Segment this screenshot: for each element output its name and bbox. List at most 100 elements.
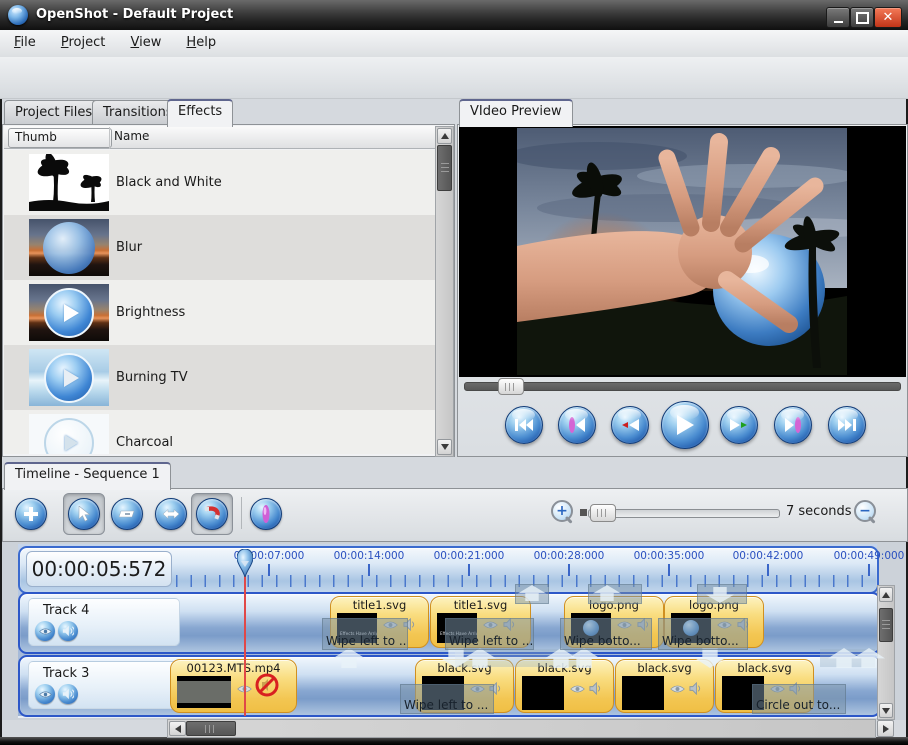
clip-audio-icon[interactable] xyxy=(589,682,602,695)
arrow-up-icon xyxy=(882,592,890,598)
effect-row-blur[interactable]: Blur xyxy=(4,215,435,280)
transition-fragment[interactable] xyxy=(588,584,642,604)
ruler-label: 00:00:49:000 xyxy=(829,550,908,562)
transition-wipe-left-3[interactable]: Wipe left to ... xyxy=(400,684,494,714)
brightness-thumb xyxy=(29,284,109,341)
black-and-white-thumb xyxy=(29,154,109,211)
effect-row-brightness[interactable]: Brightness xyxy=(4,280,435,345)
zoom-slider-endcap xyxy=(580,509,587,516)
track-visibility-button[interactable] xyxy=(35,621,55,641)
ruler-label: 00:00:14:000 xyxy=(329,550,409,562)
scroll-down-button[interactable] xyxy=(437,439,452,455)
transition-fragment[interactable] xyxy=(515,584,549,604)
track-3-label: Track 3 xyxy=(43,666,89,681)
tab-project-files[interactable]: Project Files xyxy=(4,100,103,125)
effect-name: Brightness xyxy=(116,280,185,345)
track-audio-button[interactable] xyxy=(58,621,78,641)
video-frame xyxy=(517,128,847,375)
track-visibility-button[interactable] xyxy=(35,684,55,704)
clip-thumbnail xyxy=(522,676,564,710)
column-header-name[interactable]: Name xyxy=(114,129,149,143)
fast-forward-button[interactable] xyxy=(720,406,758,444)
scrollbar-thumb[interactable] xyxy=(437,145,452,191)
playhead-handle[interactable] xyxy=(237,549,253,577)
tab-video-preview[interactable]: VIdeo Preview xyxy=(459,99,573,127)
zoom-out-button[interactable]: − xyxy=(854,500,878,524)
timeline-hscrollbar[interactable] xyxy=(167,719,876,738)
clip-audio-icon[interactable] xyxy=(689,682,702,695)
effect-row-black-and-white[interactable]: Black and White xyxy=(4,150,435,215)
menu-help[interactable]: Help xyxy=(176,30,226,57)
effects-scrollbar[interactable] xyxy=(435,126,454,457)
menu-project[interactable]: Project xyxy=(51,30,116,57)
timeline-vscrollbar[interactable] xyxy=(877,585,895,720)
close-icon: ✕ xyxy=(883,11,894,24)
clip-black-svg-3[interactable]: black.svg xyxy=(615,659,714,713)
timeline-canvas[interactable]: 00:00:05:572 00:00:07:000 00:00:14:000 0… xyxy=(2,540,906,720)
transition-wipe-left-2[interactable]: Wipe left to ... xyxy=(445,618,534,650)
effects-panel: Thumb Name xyxy=(2,124,455,457)
preview-seek-bar[interactable] xyxy=(464,382,901,391)
clip-visibility-icon[interactable] xyxy=(570,684,585,694)
arrow-up-icon xyxy=(441,133,449,139)
add-marker-button[interactable] xyxy=(250,498,282,530)
transition-fragment[interactable] xyxy=(697,584,747,604)
arrow-left-icon xyxy=(175,725,181,733)
track-3-header: Track 3 xyxy=(28,661,180,709)
clip-thumbnail xyxy=(177,676,231,708)
next-marker-button[interactable] xyxy=(774,406,812,444)
track-4-header: Track 4 xyxy=(28,598,180,646)
scroll-down-button[interactable] xyxy=(879,703,893,718)
title-bar[interactable]: OpenShot - Default Project ✕ xyxy=(0,0,908,30)
previous-marker-button[interactable] xyxy=(558,406,596,444)
audio-muted-icon[interactable] xyxy=(255,673,279,697)
seek-handle[interactable] xyxy=(498,378,524,395)
razor-tool-button[interactable] xyxy=(111,498,143,530)
window-bottom-edge xyxy=(0,737,908,745)
seek-end-button[interactable] xyxy=(828,406,866,444)
minimize-icon xyxy=(834,21,843,23)
track-audio-button[interactable] xyxy=(58,684,78,704)
scroll-right-button[interactable] xyxy=(877,720,894,737)
arrow-right-icon xyxy=(883,725,889,733)
video-viewport[interactable] xyxy=(459,126,906,377)
clip-visibility-icon[interactable] xyxy=(670,684,685,694)
scroll-up-button[interactable] xyxy=(879,587,893,602)
snap-magnet-button[interactable] xyxy=(196,498,228,530)
rewind-button[interactable] xyxy=(611,406,649,444)
blur-thumb xyxy=(29,219,109,276)
play-button[interactable] xyxy=(661,401,709,449)
transition-wipe-bottom-2[interactable]: Wipe botto... xyxy=(658,618,748,650)
column-header-thumb[interactable]: Thumb xyxy=(8,128,112,148)
hscrollbar-thumb[interactable] xyxy=(186,721,236,736)
transition-wipe-bottom[interactable]: Wipe botto... xyxy=(560,618,652,650)
menu-file[interactable]: File xyxy=(4,30,46,57)
effect-name: Charcoal xyxy=(116,410,173,454)
effect-row-charcoal[interactable]: Charcoal xyxy=(4,410,435,454)
zoom-in-button[interactable]: + xyxy=(551,500,575,524)
transition-circle-out[interactable]: Circle out to... xyxy=(752,684,846,714)
main-toolbar xyxy=(0,57,908,99)
arrow-down-icon xyxy=(882,708,890,714)
add-track-button[interactable] xyxy=(15,498,47,530)
seek-start-button[interactable] xyxy=(505,406,543,444)
resize-tool-button[interactable] xyxy=(155,498,187,530)
transition-wipe-left[interactable]: Wipe left to ... xyxy=(322,618,408,650)
scroll-up-button[interactable] xyxy=(437,128,452,144)
maximize-icon xyxy=(856,12,869,24)
clip-00123-mts-mp4[interactable]: 00123.MTS.mp4 xyxy=(170,659,297,713)
minimize-button[interactable] xyxy=(826,7,850,28)
tab-effects[interactable]: Effects xyxy=(167,99,233,127)
effect-row-burning-tv[interactable]: Burning TV xyxy=(4,345,435,410)
video-preview-panel xyxy=(457,124,908,457)
maximize-button[interactable] xyxy=(850,7,874,28)
zoom-slider-handle[interactable] xyxy=(590,504,616,522)
timeline-ruler[interactable]: 00:00:05:572 00:00:07:000 00:00:14:000 0… xyxy=(18,546,879,594)
zoom-slider-track[interactable] xyxy=(588,509,780,518)
menu-view[interactable]: View xyxy=(120,30,171,57)
close-button[interactable]: ✕ xyxy=(874,7,902,28)
vscrollbar-thumb[interactable] xyxy=(879,608,893,642)
scroll-left-button[interactable] xyxy=(169,721,186,736)
tab-timeline[interactable]: Timeline - Sequence 1 xyxy=(4,462,171,490)
select-tool-button[interactable] xyxy=(68,498,100,530)
